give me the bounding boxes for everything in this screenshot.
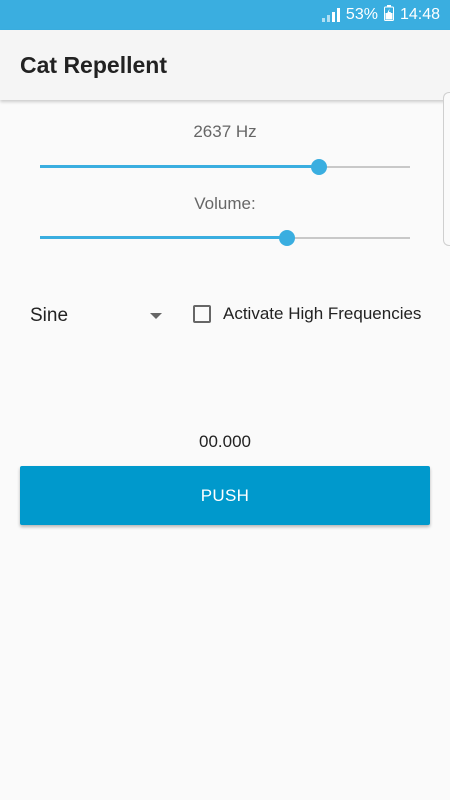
volume-label: Volume:	[194, 194, 256, 213]
high-frequencies-checkbox-row[interactable]: Activate High Frequencies	[193, 304, 421, 324]
volume-slider-fill	[40, 236, 287, 239]
dropdown-arrow-icon	[150, 313, 162, 319]
battery-percent: 53%	[345, 6, 378, 23]
battery-charging-icon	[383, 4, 394, 26]
status-bar: 53% 14:48	[0, 0, 450, 30]
edge-panel-handle[interactable]	[443, 92, 450, 246]
high-frequencies-label: Activate High Frequencies	[223, 304, 422, 323]
waveform-spinner[interactable]: Sine	[30, 300, 170, 332]
volume-slider[interactable]	[40, 228, 410, 248]
frequency-slider-thumb[interactable]	[311, 159, 327, 175]
app-bar: Cat Repellent	[0, 30, 450, 100]
waveform-selected: Sine	[30, 305, 69, 326]
frequency-slider-fill	[40, 165, 319, 168]
status-time: 14:48	[399, 6, 440, 23]
app-title: Cat Repellent	[20, 51, 167, 78]
frequency-label: 2637 Hz	[193, 122, 257, 141]
high-frequencies-checkbox[interactable]	[193, 305, 211, 323]
signal-icon	[321, 8, 340, 22]
volume-slider-thumb[interactable]	[279, 230, 295, 246]
push-button[interactable]: PUSH	[20, 466, 430, 525]
frequency-slider[interactable]	[40, 157, 410, 177]
timer-readout: 00.000	[199, 432, 251, 451]
